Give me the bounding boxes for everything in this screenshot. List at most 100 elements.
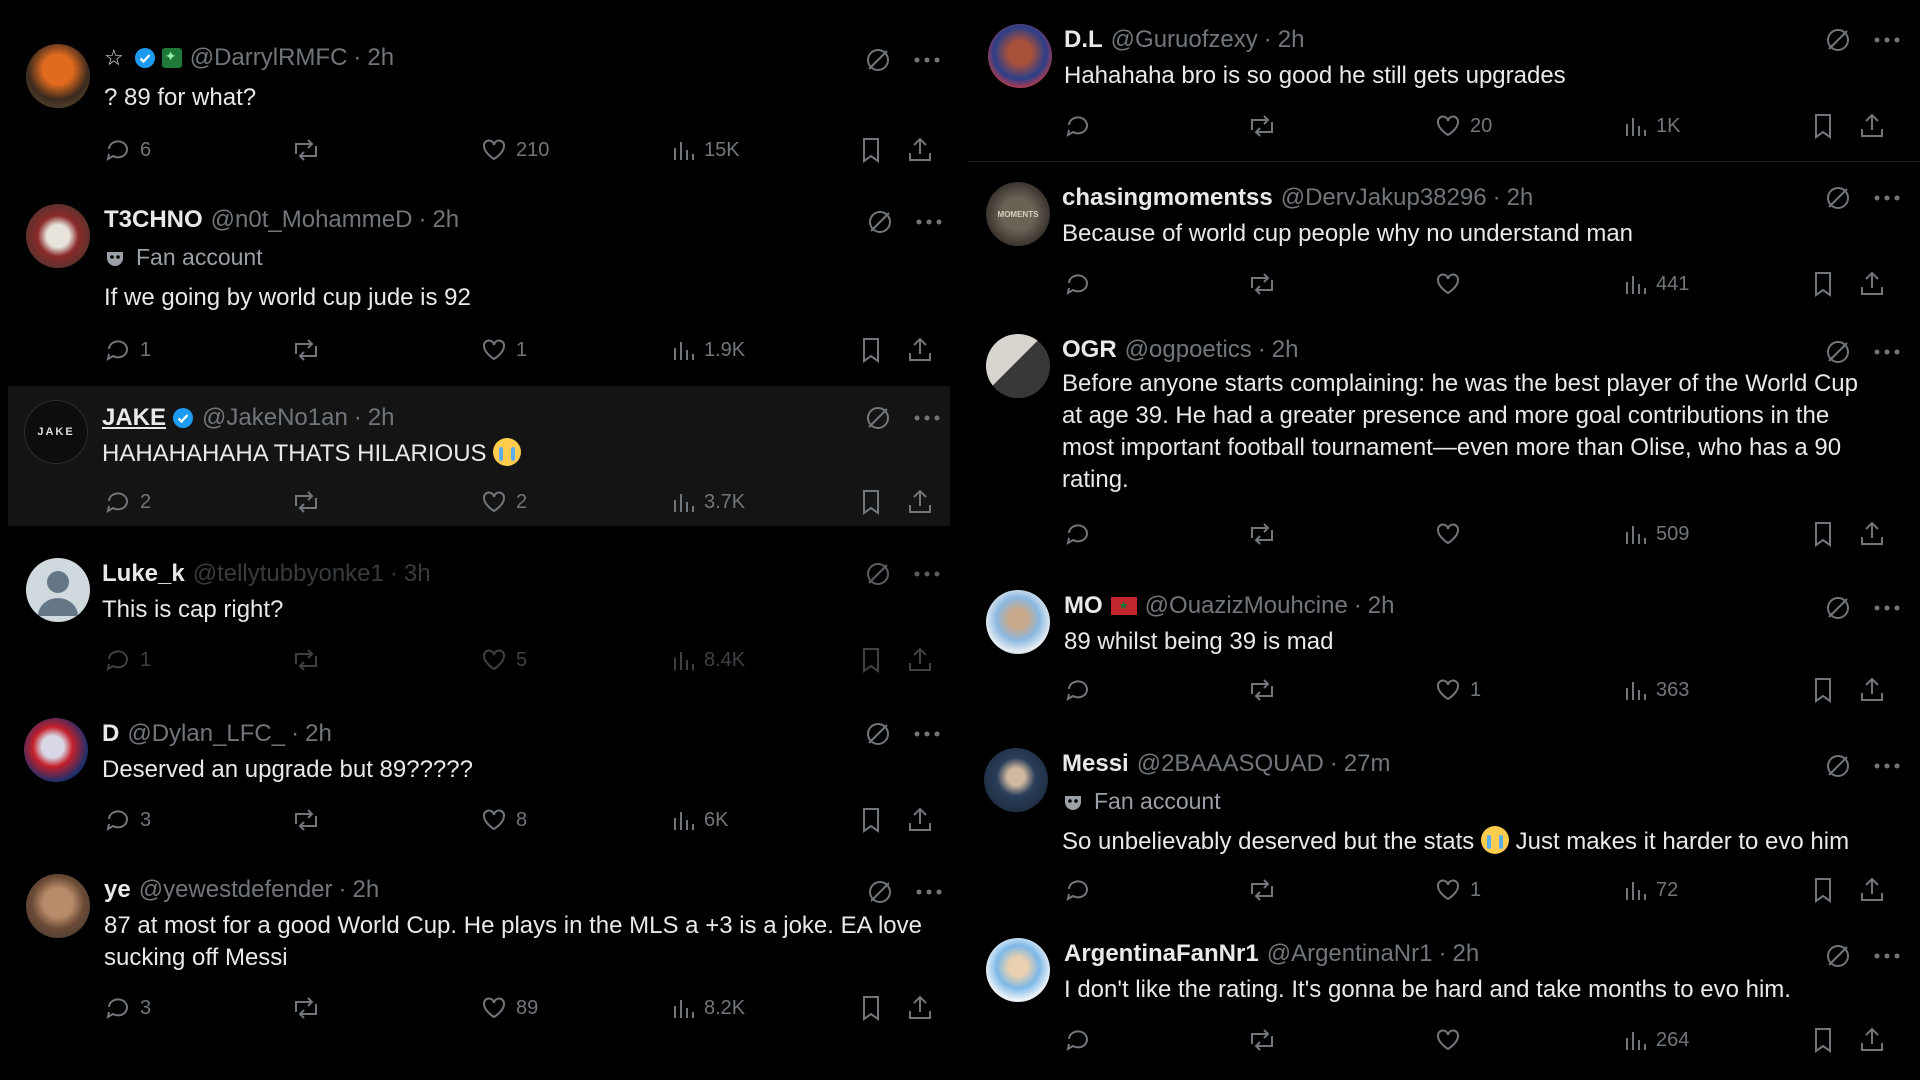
reply-tweet[interactable]: D @Dylan_LFC_ · 2h Deserved an upgrade b… [0, 700, 955, 850]
grok-icon[interactable] [1824, 942, 1852, 970]
avatar[interactable] [988, 24, 1052, 88]
repost-button[interactable] [290, 646, 330, 674]
avatar[interactable] [986, 334, 1050, 398]
timestamp[interactable]: 3h [404, 560, 431, 588]
like-button[interactable]: 210 [480, 136, 549, 164]
display-name[interactable]: ye [104, 876, 131, 904]
more-options-icon[interactable] [916, 218, 942, 226]
timestamp[interactable]: 27m [1344, 750, 1391, 778]
grok-icon[interactable] [864, 46, 892, 74]
like-button[interactable] [1434, 520, 1470, 548]
display-name[interactable]: OGR [1062, 336, 1117, 364]
timestamp[interactable]: 2h [1272, 336, 1299, 364]
views-button[interactable]: 264 [1622, 1026, 1689, 1054]
grok-icon[interactable] [866, 878, 894, 906]
repost-button[interactable] [1246, 676, 1286, 704]
reply-button[interactable] [1064, 876, 1100, 904]
avatar[interactable] [26, 558, 90, 622]
handle[interactable]: @ArgentinaNr1 [1267, 940, 1433, 968]
more-options-icon[interactable] [1874, 952, 1900, 960]
avatar[interactable]: MOMENTS [986, 182, 1050, 246]
handle[interactable]: @Dylan_LFC_ [127, 720, 285, 748]
repost-button[interactable] [290, 806, 330, 834]
reply-button[interactable] [1064, 270, 1100, 298]
views-button[interactable]: 3.7K [670, 488, 745, 516]
repost-button[interactable] [290, 136, 330, 164]
more-options-icon[interactable] [914, 730, 940, 738]
repost-button[interactable] [1246, 270, 1286, 298]
timestamp[interactable]: 2h [353, 876, 380, 904]
display-name[interactable]: D.L [1064, 26, 1103, 54]
bookmark-button[interactable] [858, 136, 892, 164]
timestamp[interactable]: 2h [1278, 26, 1305, 54]
like-button[interactable]: 89 [480, 994, 538, 1022]
more-options-icon[interactable] [914, 56, 940, 64]
views-button[interactable]: 1K [1622, 112, 1680, 140]
like-button[interactable]: 5 [480, 646, 527, 674]
avatar[interactable] [986, 938, 1050, 1002]
display-name[interactable]: T3CHNO [104, 206, 203, 234]
display-name[interactable]: Luke_k [102, 560, 185, 588]
reply-tweet[interactable]: OGR @ogpoetics · 2h Before anyone starts… [968, 318, 1920, 558]
share-button[interactable] [906, 136, 942, 164]
avatar[interactable] [24, 718, 88, 782]
avatar[interactable] [986, 590, 1050, 654]
reply-tweet[interactable]: D.L @Guruofzexy · 2h Hahahaha bro is so … [968, 0, 1920, 162]
reply-button[interactable] [1064, 520, 1100, 548]
timestamp[interactable]: 2h [1452, 940, 1479, 968]
more-options-icon[interactable] [1874, 762, 1900, 770]
more-options-icon[interactable] [914, 414, 940, 422]
reply-button[interactable] [1064, 676, 1100, 704]
share-button[interactable] [906, 488, 942, 516]
like-button[interactable] [1434, 270, 1470, 298]
bookmark-button[interactable] [858, 488, 892, 516]
bookmark-button[interactable] [1810, 270, 1844, 298]
handle[interactable]: @n0t_MohammeD [211, 206, 413, 234]
handle[interactable]: @yewestdefender [139, 876, 333, 904]
reply-tweet[interactable]: Messi @2BAAASQUAD · 27m Fan account So u… [968, 732, 1920, 912]
display-name[interactable]: MO [1064, 592, 1103, 620]
display-name[interactable]: JAKE [102, 404, 166, 432]
reply-button[interactable]: 6 [104, 136, 151, 164]
grok-icon[interactable] [866, 208, 894, 236]
repost-button[interactable] [1246, 1026, 1286, 1054]
reply-tweet[interactable]: Luke_k @tellytubbyonke1 · 3h This is cap… [0, 540, 955, 690]
reply-button[interactable]: 2 [104, 488, 151, 516]
grok-icon[interactable] [864, 720, 892, 748]
reply-tweet[interactable]: ☆ @DarrylRMFC · 2h ? 89 for what? 6 210 … [0, 20, 955, 190]
like-button[interactable]: 1 [1434, 876, 1481, 904]
reply-button[interactable]: 1 [104, 646, 151, 674]
like-button[interactable]: 8 [480, 806, 527, 834]
repost-button[interactable] [290, 336, 330, 364]
like-button[interactable]: 1 [1434, 676, 1481, 704]
views-button[interactable]: 363 [1622, 676, 1689, 704]
more-options-icon[interactable] [914, 570, 940, 578]
bookmark-button[interactable] [1810, 676, 1844, 704]
bookmark-button[interactable] [1810, 112, 1844, 140]
views-button[interactable]: 8.4K [670, 646, 745, 674]
handle[interactable]: @DarrylRMFC [190, 44, 348, 72]
reply-tweet[interactable]: MOMENTS chasingmomentss @DervJakup38296 … [968, 164, 1920, 314]
grok-icon[interactable] [1824, 338, 1852, 366]
handle[interactable]: @JakeNo1an [202, 404, 348, 432]
like-button[interactable] [1434, 1026, 1470, 1054]
reply-tweet[interactable]: ye @yewestdefender · 2h 87 at most for a… [0, 858, 955, 1058]
reply-tweet[interactable]: JAKE JAKE @JakeNo1an · 2h HAHAHAHAHA THA… [8, 386, 950, 526]
timestamp[interactable]: 2h [1368, 592, 1395, 620]
avatar[interactable] [26, 204, 90, 268]
views-button[interactable]: 72 [1622, 876, 1678, 904]
views-button[interactable]: 441 [1622, 270, 1689, 298]
bookmark-button[interactable] [858, 806, 892, 834]
more-options-icon[interactable] [1874, 348, 1900, 356]
bookmark-button[interactable] [858, 336, 892, 364]
repost-button[interactable] [290, 994, 330, 1022]
handle[interactable]: @Guruofzexy [1111, 26, 1258, 54]
grok-icon[interactable] [1824, 184, 1852, 212]
share-button[interactable] [1858, 520, 1894, 548]
reply-tweet[interactable]: MO @OuazizMouhcine · 2h 89 whilst being … [968, 572, 1920, 722]
avatar[interactable]: JAKE [24, 400, 88, 464]
share-button[interactable] [1858, 112, 1894, 140]
reply-button[interactable]: 1 [104, 336, 151, 364]
bookmark-button[interactable] [1810, 520, 1844, 548]
reply-button[interactable]: 3 [104, 806, 151, 834]
